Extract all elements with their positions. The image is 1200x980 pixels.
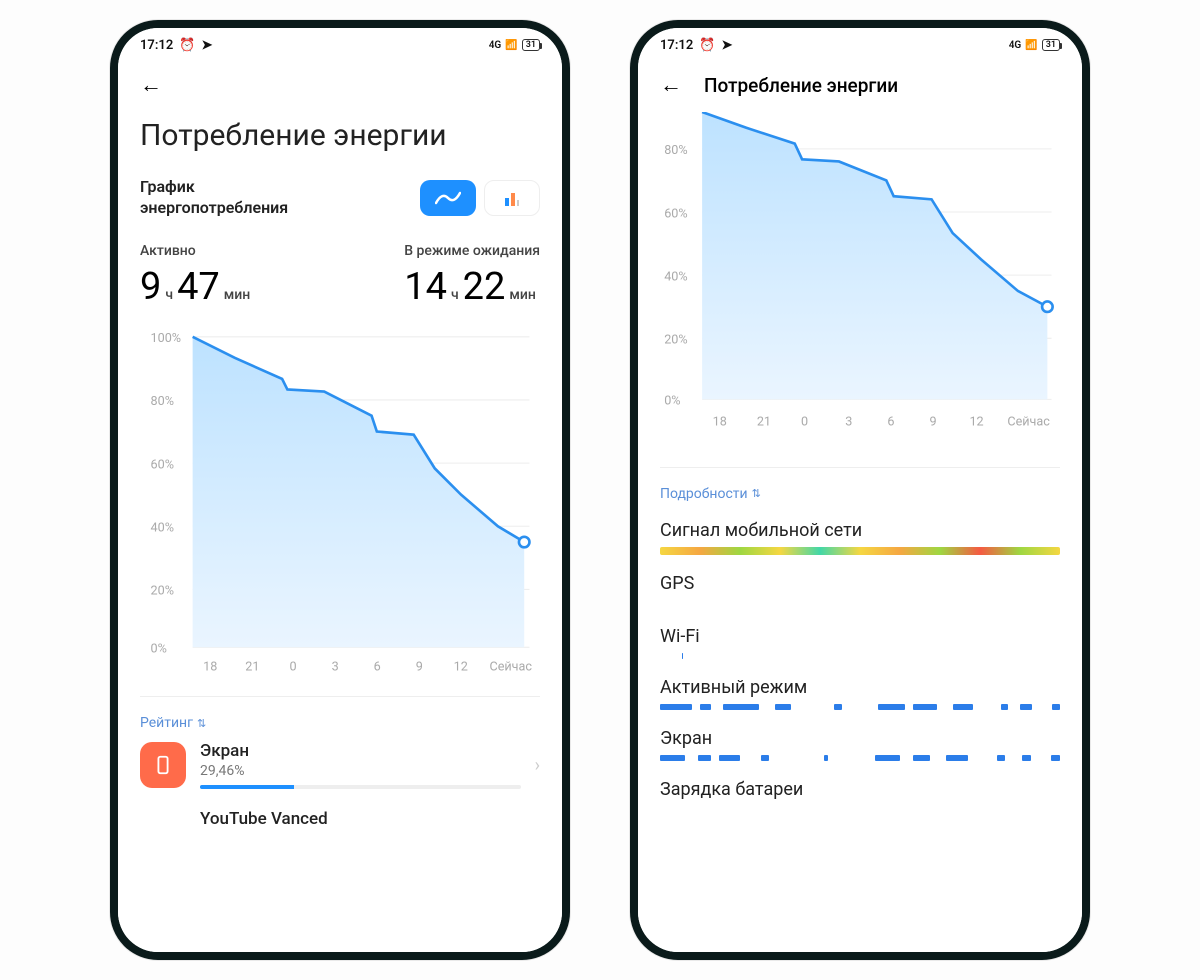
svg-text:100%: 100% bbox=[151, 331, 182, 346]
svg-text:60%: 60% bbox=[664, 206, 687, 221]
sort-icon: ⇅ bbox=[197, 717, 206, 730]
telegram-icon: ➤ bbox=[201, 38, 212, 53]
rating-toggle[interactable]: Рейтинг⇅ bbox=[140, 715, 540, 731]
alarm-icon: ⏰ bbox=[179, 38, 195, 53]
active-value: 9ч 47мин bbox=[140, 265, 250, 309]
wifi-bar bbox=[660, 653, 1060, 659]
status-bar: 17:12 ⏰ ➤ 4G 📶 31 bbox=[140, 28, 540, 58]
gps-bar bbox=[660, 600, 1060, 608]
detail-charging: Зарядка батареи bbox=[660, 779, 1060, 800]
svg-text:Сейчас: Сейчас bbox=[1007, 415, 1050, 430]
svg-text:80%: 80% bbox=[151, 394, 174, 409]
svg-text:Сейчас: Сейчас bbox=[489, 659, 532, 674]
detail-wifi: Wi-Fi bbox=[660, 626, 1060, 647]
standby-label: В режиме ожидания bbox=[404, 243, 540, 259]
status-time: 17:12 bbox=[140, 38, 173, 53]
telegram-icon: ➤ bbox=[721, 38, 732, 53]
svg-text:80%: 80% bbox=[664, 143, 687, 158]
status-time: 17:12 bbox=[660, 38, 693, 53]
back-icon[interactable]: ← bbox=[660, 72, 682, 98]
screen-icon bbox=[140, 742, 186, 788]
detail-screen: Экран bbox=[660, 728, 1060, 749]
toggle-bar-chart[interactable] bbox=[484, 180, 540, 216]
app-row-youtube[interactable]: YouTube Vanced bbox=[140, 799, 540, 829]
svg-text:40%: 40% bbox=[151, 520, 174, 535]
svg-text:21: 21 bbox=[757, 415, 771, 430]
app-name: YouTube Vanced bbox=[200, 809, 540, 829]
svg-text:20%: 20% bbox=[151, 583, 174, 598]
svg-text:0: 0 bbox=[289, 659, 296, 674]
page-title: Потребление энергии bbox=[704, 74, 898, 97]
screen-bar bbox=[660, 755, 1060, 761]
svg-text:12: 12 bbox=[969, 415, 983, 430]
svg-text:20%: 20% bbox=[664, 333, 687, 348]
alarm-icon: ⏰ bbox=[699, 38, 715, 53]
battery-chart: 100% 80% 60% 40% 20% 0% bbox=[140, 321, 540, 679]
network-tag: 4G bbox=[1009, 40, 1022, 51]
details-toggle[interactable]: Подробности⇅ bbox=[660, 486, 1060, 502]
detail-gps: GPS bbox=[660, 573, 1060, 594]
battery-icon: 31 bbox=[1042, 39, 1060, 51]
page-title: Потребление энергии bbox=[140, 118, 540, 153]
network-tag: 4G bbox=[489, 40, 502, 51]
back-icon[interactable]: ← bbox=[140, 72, 162, 98]
svg-text:9: 9 bbox=[929, 415, 936, 430]
svg-text:0%: 0% bbox=[664, 394, 680, 409]
detail-cell-signal: Сигнал мобильной сети bbox=[660, 520, 1060, 541]
svg-text:6: 6 bbox=[374, 659, 381, 674]
app-percent: 29,46% bbox=[200, 763, 521, 779]
battery-icon: 31 bbox=[522, 39, 540, 51]
active-label: Активно bbox=[140, 243, 250, 259]
toggle-line-chart[interactable] bbox=[420, 180, 476, 216]
svg-text:60%: 60% bbox=[151, 457, 174, 472]
svg-text:0%: 0% bbox=[151, 641, 167, 656]
standby-value: 14ч 22мин bbox=[404, 265, 540, 309]
detail-active: Активный режим bbox=[660, 677, 1060, 698]
active-bar bbox=[660, 704, 1060, 710]
svg-text:3: 3 bbox=[845, 415, 852, 430]
svg-text:18: 18 bbox=[203, 659, 217, 674]
svg-text:12: 12 bbox=[454, 659, 468, 674]
svg-text:0: 0 bbox=[801, 415, 808, 430]
app-name: Экран bbox=[200, 741, 521, 761]
chart-type-label: График энергопотребления bbox=[140, 177, 340, 219]
signal-icon: 📶 bbox=[505, 40, 517, 51]
status-bar: 17:12 ⏰ ➤ 4G 📶 31 bbox=[660, 28, 1060, 58]
cell-signal-bar bbox=[660, 547, 1060, 555]
svg-text:18: 18 bbox=[713, 415, 727, 430]
svg-text:40%: 40% bbox=[664, 269, 687, 284]
svg-text:9: 9 bbox=[416, 659, 423, 674]
chevron-right-icon: › bbox=[535, 755, 540, 776]
svg-text:3: 3 bbox=[332, 659, 339, 674]
sort-icon: ⇅ bbox=[752, 487, 761, 500]
battery-chart: 80% 60% 40% 20% 0% 18 21 0 3 bbox=[660, 112, 1060, 449]
phone-right: 17:12 ⏰ ➤ 4G 📶 31 ← Потребление энергии … bbox=[630, 20, 1090, 960]
phone-left: 17:12 ⏰ ➤ 4G 📶 31 ← Потребление энергии … bbox=[110, 20, 570, 960]
app-row-screen[interactable]: Экран 29,46% › bbox=[140, 731, 540, 799]
svg-text:21: 21 bbox=[245, 659, 259, 674]
signal-icon: 📶 bbox=[1025, 40, 1037, 51]
svg-text:6: 6 bbox=[887, 415, 894, 430]
